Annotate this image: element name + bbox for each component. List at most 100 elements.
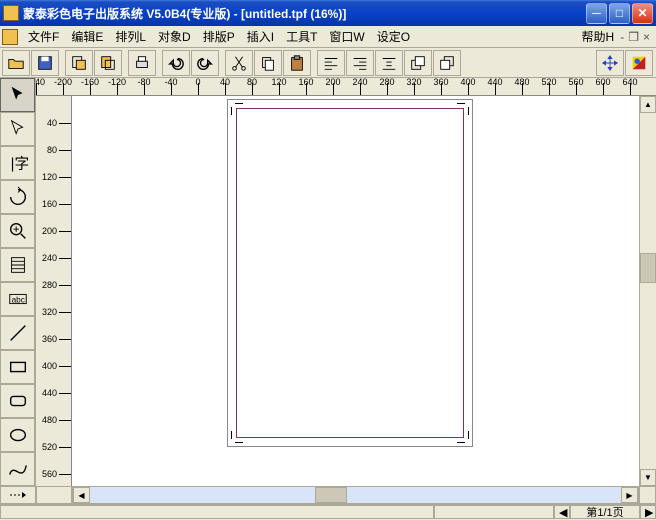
menu-arrange[interactable]: 排列L: [109, 26, 152, 47]
scroll-corner: [639, 486, 656, 504]
ruler-label: 320: [42, 307, 57, 317]
minimize-button[interactable]: ─: [586, 3, 607, 24]
doc-icon: [2, 29, 18, 45]
ruler-label: 440: [487, 78, 502, 87]
menu-help[interactable]: 帮助H: [576, 26, 621, 47]
color-button[interactable]: [625, 50, 653, 76]
ruler-label: 480: [514, 78, 529, 87]
import-button[interactable]: [65, 50, 93, 76]
window-title: 蒙泰彩色电子出版系统 V5.0B4(专业版) - [untitled.tpf (…: [23, 5, 586, 22]
status-bar: ◀ 第1/1页 ▶: [0, 504, 656, 519]
menu-object[interactable]: 对象D: [152, 26, 197, 47]
save-button[interactable]: [31, 50, 59, 76]
rect-tool[interactable]: [0, 350, 35, 384]
scroll-left-icon[interactable]: ◀: [73, 487, 90, 503]
ruler-label: -40: [164, 78, 177, 87]
page[interactable]: [227, 99, 473, 447]
menu-setting[interactable]: 设定O: [371, 26, 416, 47]
scroll-thumb[interactable]: [640, 253, 656, 283]
vertical-scrollbar[interactable]: ▲ ▼: [639, 96, 656, 486]
align-right-button[interactable]: [346, 50, 374, 76]
copy-button[interactable]: [254, 50, 282, 76]
ellipse-tool[interactable]: [0, 418, 35, 452]
ruler-label: 40: [220, 78, 230, 87]
toolbox: |字 abc: [0, 78, 36, 486]
scroll-thumb[interactable]: [315, 487, 347, 503]
text-tool[interactable]: |字: [0, 146, 35, 180]
vertical-ruler: 4080120160200240280320360400440480520560…: [36, 96, 72, 486]
page-indicator: 第1/1页: [570, 505, 640, 519]
canvas[interactable]: [72, 96, 639, 486]
ruler-label: 0: [195, 78, 200, 87]
roundrect-tool[interactable]: [0, 384, 35, 418]
ruler-label: 280: [42, 280, 57, 290]
menu-insert[interactable]: 插入I: [241, 26, 280, 47]
ruler-label: -80: [137, 78, 150, 87]
ruler-label: 440: [42, 388, 57, 398]
title-bar: 蒙泰彩色电子出版系统 V5.0B4(专业版) - [untitled.tpf (…: [0, 0, 656, 26]
move-tool-button[interactable]: [596, 50, 624, 76]
undo-button[interactable]: [162, 50, 190, 76]
page-frame: [236, 108, 464, 438]
ruler-label: 600: [595, 78, 610, 87]
ruler-label: -160: [81, 78, 99, 87]
zoom-tool[interactable]: [0, 214, 35, 248]
pointer-tool[interactable]: [0, 78, 35, 112]
ruler-label: -200: [54, 78, 72, 87]
scroll-up-icon[interactable]: ▲: [640, 96, 656, 113]
status-coords: [434, 505, 554, 519]
scroll-right-icon[interactable]: ▶: [621, 487, 638, 503]
ruler-label: 560: [42, 469, 57, 479]
bring-front-button[interactable]: [404, 50, 432, 76]
textbox-tool[interactable]: abc: [0, 282, 35, 316]
menu-edit[interactable]: 编辑E: [65, 26, 109, 47]
open-button[interactable]: [2, 50, 30, 76]
align-left-button[interactable]: [317, 50, 345, 76]
paste-button[interactable]: [283, 50, 311, 76]
mdi-minimize-icon[interactable]: -: [620, 30, 624, 44]
ruler-label: 160: [298, 78, 313, 87]
menu-file[interactable]: 文件F: [22, 26, 65, 47]
redo-button[interactable]: [191, 50, 219, 76]
print-button[interactable]: [128, 50, 156, 76]
prev-page-button[interactable]: ◀: [554, 505, 570, 519]
ruler-label: 480: [42, 415, 57, 425]
ruler-label: 120: [271, 78, 286, 87]
ruler-label: -120: [108, 78, 126, 87]
maximize-button[interactable]: □: [609, 3, 630, 24]
ruler-label: 360: [42, 334, 57, 344]
align-dist-button[interactable]: [375, 50, 403, 76]
next-page-button[interactable]: ▶: [640, 505, 656, 519]
ruler-label: 160: [42, 199, 57, 209]
ruler-label: 80: [247, 78, 257, 87]
ruler-label: 280: [379, 78, 394, 87]
ruler-label: -240: [36, 78, 45, 87]
menu-layout[interactable]: 排版P: [197, 26, 241, 47]
direct-select-tool[interactable]: [0, 112, 35, 146]
ruler-label: 520: [541, 78, 556, 87]
ruler-label: 360: [433, 78, 448, 87]
tool-overflow[interactable]: [0, 486, 36, 504]
page-tool[interactable]: [0, 248, 35, 282]
ruler-label: 400: [42, 361, 57, 371]
ruler-label: 40: [47, 118, 57, 128]
mdi-close-icon[interactable]: ×: [643, 30, 650, 44]
ruler-label: 400: [460, 78, 475, 87]
rotate-tool[interactable]: [0, 180, 35, 214]
ruler-label: 240: [352, 78, 367, 87]
scroll-down-icon[interactable]: ▼: [640, 469, 656, 486]
curve-tool[interactable]: [0, 452, 35, 486]
close-button[interactable]: ✕: [632, 3, 653, 24]
ruler-label: 200: [325, 78, 340, 87]
menu-bar: 文件F 编辑E 排列L 对象D 排版P 插入I 工具T 窗口W 设定O 帮助H …: [0, 26, 656, 48]
cut-button[interactable]: [225, 50, 253, 76]
menu-tool[interactable]: 工具T: [280, 26, 323, 47]
send-back-button[interactable]: [433, 50, 461, 76]
export-button[interactable]: [94, 50, 122, 76]
menu-window[interactable]: 窗口W: [323, 26, 370, 47]
horizontal-scrollbar[interactable]: ◀ ▶: [72, 486, 639, 504]
mdi-restore-icon[interactable]: ❐: [628, 30, 639, 44]
line-tool[interactable]: [0, 316, 35, 350]
ruler-label: 120: [42, 172, 57, 182]
toolbar: [0, 48, 656, 78]
